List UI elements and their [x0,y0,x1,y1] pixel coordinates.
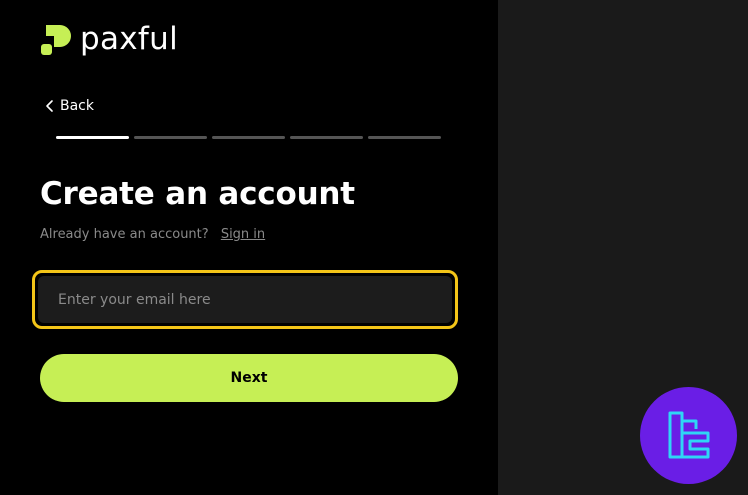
email-field-wrapper [32,270,458,329]
back-label: Back [60,98,94,114]
paxful-logo: paxful [40,22,178,56]
progress-step-2 [134,136,207,139]
back-link[interactable]: Back [44,97,94,115]
tc-logo-mark [668,411,709,458]
tc-logo-icon [640,387,737,484]
signup-panel: paxful Back Create an account Already ha… [0,0,498,495]
paxful-logo-icon [41,25,71,55]
signin-prompt-row: Already have an account? Sign in [40,227,265,242]
brand-name: paxful [80,21,178,57]
signin-link[interactable]: Sign in [221,227,265,242]
progress-step-5 [368,136,441,139]
next-button[interactable]: Next [40,354,458,402]
page-title: Create an account [40,176,355,212]
email-input[interactable] [38,276,452,323]
signin-prompt: Already have an account? [40,227,209,242]
chevron-left-icon [46,100,53,112]
step-progress [56,136,441,139]
progress-step-4 [290,136,363,139]
progress-step-3 [212,136,285,139]
progress-step-1 [56,136,129,139]
